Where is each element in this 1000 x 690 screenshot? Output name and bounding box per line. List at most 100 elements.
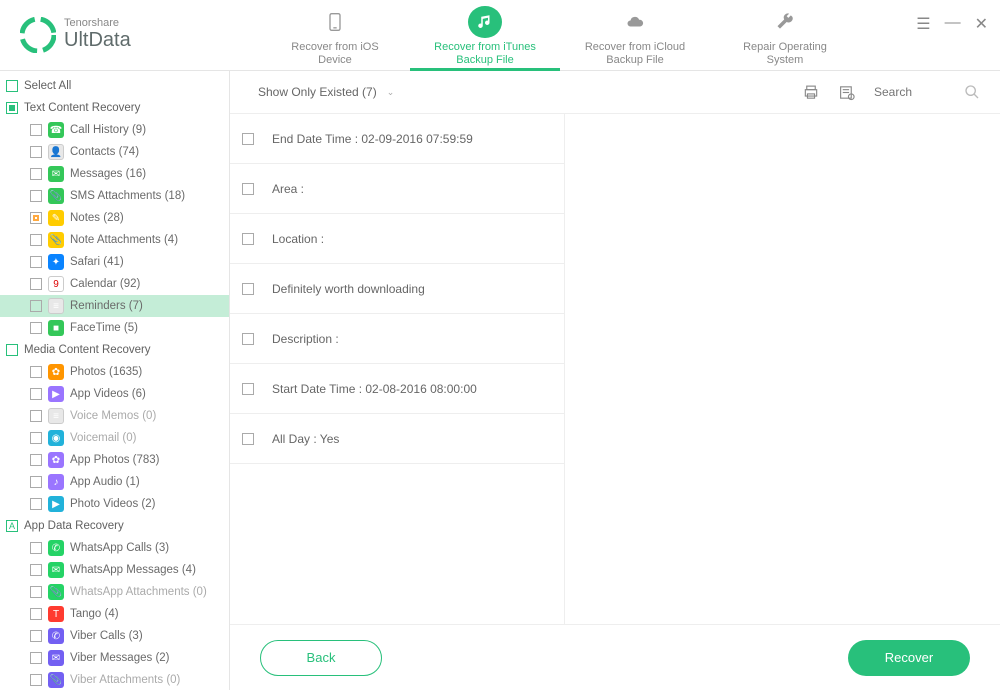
checkbox[interactable] [30, 168, 42, 180]
sidebar-item[interactable]: ✉Messages (16) [0, 163, 229, 185]
list-item[interactable]: Location : [230, 214, 564, 264]
checkbox[interactable] [30, 476, 42, 488]
sidebar-item[interactable]: ✦Safari (41) [0, 251, 229, 273]
app-icon: 📎 [48, 584, 64, 600]
checkbox[interactable] [30, 190, 42, 202]
content: End Date Time : 02-09-2016 07:59:59Area … [230, 113, 1000, 624]
list-item[interactable]: End Date Time : 02-09-2016 07:59:59 [230, 114, 564, 164]
tab-phone[interactable]: Recover from iOS Device [260, 0, 410, 71]
checkbox[interactable] [242, 433, 254, 445]
main-panel: Show Only Existed (7) ⌄ End Date Time : … [230, 71, 1000, 690]
sidebar-item[interactable]: ✆WhatsApp Calls (3) [0, 537, 229, 559]
app-icon: ■ [48, 320, 64, 336]
sidebar-item[interactable]: ✆Viber Calls (3) [0, 625, 229, 647]
sidebar[interactable]: Select AllText Content Recovery☎Call His… [0, 71, 230, 690]
filter-dropdown[interactable]: Show Only Existed (7) ⌄ [258, 85, 394, 99]
checkbox[interactable] [30, 322, 42, 334]
sidebar-item[interactable]: TTango (4) [0, 603, 229, 625]
item-list[interactable]: End Date Time : 02-09-2016 07:59:59Area … [230, 114, 565, 624]
tab-cloud[interactable]: Recover from iCloud Backup File [560, 0, 710, 71]
app-icon: ▶ [48, 386, 64, 402]
sidebar-item[interactable]: 📎Note Attachments (4) [0, 229, 229, 251]
checkbox[interactable] [30, 410, 42, 422]
checkbox[interactable] [30, 388, 42, 400]
sidebar-item[interactable]: ■FaceTime (5) [0, 317, 229, 339]
search-input[interactable] [874, 85, 924, 99]
sidebar-item[interactable]: ▶Photo Videos (2) [0, 493, 229, 515]
menu-icon[interactable]: ☰ [916, 14, 930, 34]
print-icon[interactable] [802, 84, 820, 101]
sidebar-item[interactable]: 👤Contacts (74) [0, 141, 229, 163]
checkbox[interactable] [242, 333, 254, 345]
list-item[interactable]: Definitely worth downloading [230, 264, 564, 314]
checkbox[interactable] [30, 608, 42, 620]
app-icon: ✉ [48, 650, 64, 666]
close-icon[interactable]: ✕ [975, 14, 988, 34]
checkbox[interactable] [30, 278, 42, 290]
tab-label: Recover from iCloud Backup File [585, 41, 685, 67]
checkbox[interactable] [30, 212, 42, 224]
sidebar-item[interactable]: ▶App Videos (6) [0, 383, 229, 405]
checkbox[interactable] [30, 542, 42, 554]
cloud-icon [618, 6, 652, 39]
filter-label: Show Only Existed (7) [258, 85, 377, 99]
settings-list-icon[interactable] [838, 84, 856, 101]
sidebar-item[interactable]: ≡Reminders (7) [0, 295, 229, 317]
app-icon: ≡ [48, 298, 64, 314]
checkbox[interactable] [30, 652, 42, 664]
recover-button[interactable]: Recover [848, 640, 970, 676]
checkbox[interactable] [30, 124, 42, 136]
checkbox[interactable] [242, 183, 254, 195]
sidebar-item[interactable]: ≡Voice Memos (0) [0, 405, 229, 427]
minimize-icon[interactable]: — [945, 14, 961, 34]
sidebar-item[interactable]: 📎SMS Attachments (18) [0, 185, 229, 207]
checkbox[interactable] [242, 283, 254, 295]
checkbox[interactable] [6, 80, 18, 92]
list-item[interactable]: All Day : Yes [230, 414, 564, 464]
checkbox[interactable] [30, 234, 42, 246]
row-text: Description : [272, 332, 339, 346]
list-item[interactable]: Description : [230, 314, 564, 364]
sidebar-item[interactable]: 📎WhatsApp Attachments (0) [0, 581, 229, 603]
sidebar-item[interactable]: ♪App Audio (1) [0, 471, 229, 493]
checkbox[interactable] [30, 366, 42, 378]
sidebar-item[interactable]: ✿Photos (1635) [0, 361, 229, 383]
list-item[interactable]: Area : [230, 164, 564, 214]
sidebar-item[interactable]: 9Calendar (92) [0, 273, 229, 295]
checkbox[interactable] [242, 383, 254, 395]
search-box[interactable] [874, 84, 980, 100]
tab-label: Recover from iOS Device [291, 41, 378, 67]
search-icon[interactable] [964, 84, 980, 100]
sidebar-item[interactable]: ✿App Photos (783) [0, 449, 229, 471]
checkbox[interactable] [30, 454, 42, 466]
checkbox[interactable] [242, 133, 254, 145]
sidebar-item[interactable]: 📎Viber Attachments (0) [0, 669, 229, 690]
checkbox[interactable] [30, 146, 42, 158]
sidebar-group[interactable]: Text Content Recovery [0, 97, 229, 119]
checkbox[interactable] [30, 586, 42, 598]
sidebar-item[interactable]: ✉Viber Messages (2) [0, 647, 229, 669]
tab-wrench[interactable]: Repair Operating System [710, 0, 860, 71]
back-button[interactable]: Back [260, 640, 382, 676]
select-all[interactable]: Select All [0, 75, 229, 97]
checkbox[interactable] [30, 674, 42, 686]
checkbox[interactable] [30, 432, 42, 444]
sidebar-group[interactable]: AApp Data Recovery [0, 515, 229, 537]
app-icon: ≡ [48, 408, 64, 424]
sidebar-item[interactable]: ☎Call History (9) [0, 119, 229, 141]
checkbox[interactable] [6, 102, 18, 114]
checkbox[interactable] [30, 564, 42, 576]
sidebar-item[interactable]: ✎Notes (28) [0, 207, 229, 229]
sidebar-item[interactable]: ◉Voicemail (0) [0, 427, 229, 449]
sidebar-item[interactable]: ✉WhatsApp Messages (4) [0, 559, 229, 581]
tab-music[interactable]: Recover from iTunes Backup File [410, 0, 560, 71]
checkbox[interactable] [30, 498, 42, 510]
checkbox[interactable] [242, 233, 254, 245]
app-icon: 📎 [48, 188, 64, 204]
sidebar-group[interactable]: Media Content Recovery [0, 339, 229, 361]
checkbox[interactable] [30, 300, 42, 312]
checkbox[interactable] [30, 630, 42, 642]
checkbox[interactable] [30, 256, 42, 268]
checkbox[interactable] [6, 344, 18, 356]
list-item[interactable]: Start Date Time : 02-08-2016 08:00:00 [230, 364, 564, 414]
